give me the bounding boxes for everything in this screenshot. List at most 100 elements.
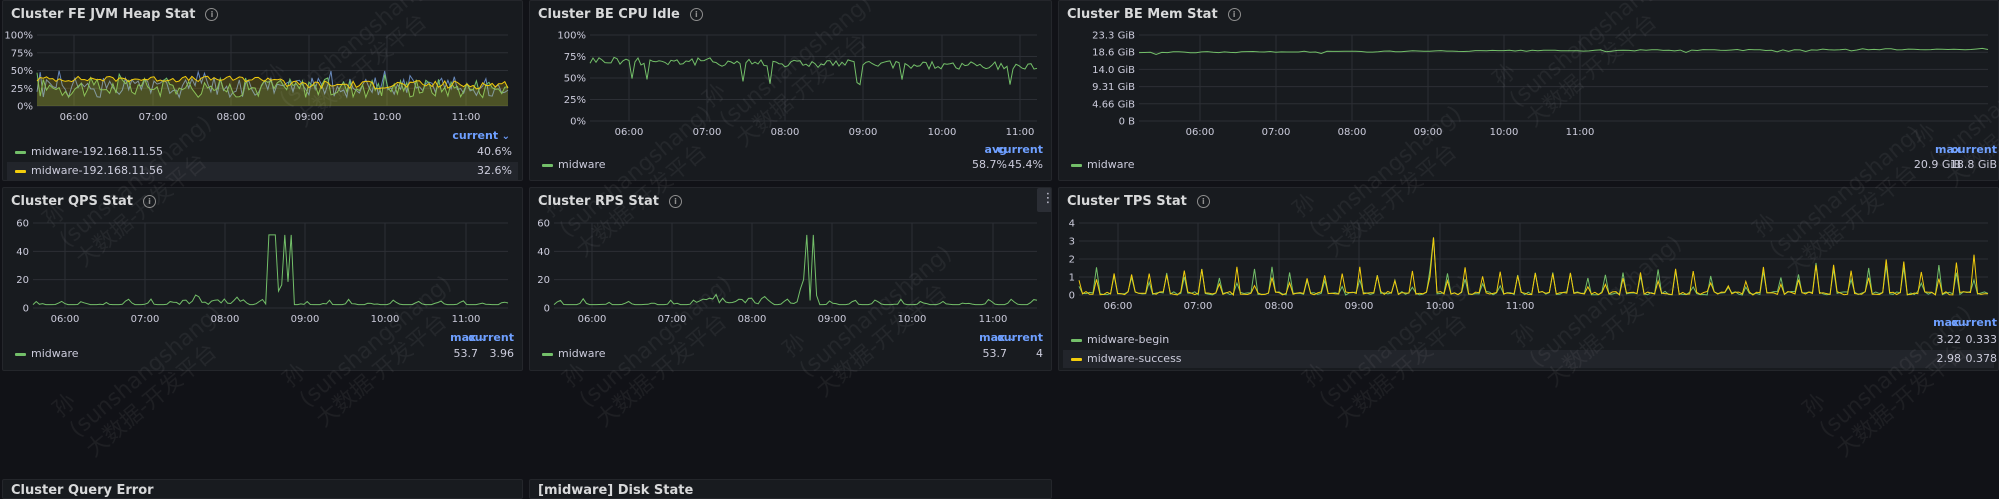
y-tick-label: 4 — [1069, 219, 1075, 230]
y-tick-label: 9.31 GiB — [1092, 82, 1135, 93]
chevron-down-icon[interactable]: ⌄ — [498, 131, 510, 142]
x-tick-label: 07:00 — [1184, 301, 1213, 312]
y-tick-label: 25% — [564, 95, 586, 106]
x-tick-label: 07:00 — [693, 127, 722, 138]
x-tick-label: 10:00 — [1426, 301, 1455, 312]
series-color-swatch — [15, 151, 26, 154]
x-tick-label: 09:00 — [849, 127, 878, 138]
legend-value-max: 53.7 — [453, 347, 479, 360]
x-tick-label: 11:00 — [979, 314, 1008, 325]
y-tick-label: 3 — [1069, 237, 1075, 248]
legend-column-current[interactable]: current — [468, 331, 514, 344]
series-color-swatch — [1071, 339, 1082, 342]
legend-row[interactable]: midware-begin 3.22 0.333 — [1063, 331, 1997, 349]
series-color-swatch — [1071, 358, 1082, 361]
y-tick-label: 0% — [17, 102, 33, 113]
cpu-idle-chart[interactable]: 100% 75% 50% 25% 0% 06:00 07:00 08:00 09:00 10:00… — [530, 1, 1052, 146]
legend-value-current: 18.8 GiB — [1949, 158, 1997, 171]
y-tick-label: 4.66 GiB — [1092, 99, 1135, 110]
x-tick-label: 08:00 — [217, 112, 246, 123]
y-tick-label: 75% — [564, 52, 586, 63]
panel-fe-heap[interactable]: Cluster FE JVM Heap Stat i 100% 75% 50% 25% 0… — [2, 0, 523, 181]
legend-series-name: midware-success — [1087, 352, 1182, 365]
series-area — [37, 76, 508, 106]
series-color-swatch — [15, 353, 26, 356]
legend-column-current[interactable]: current — [1951, 143, 1997, 156]
x-tick-label: 11:00 — [1006, 127, 1035, 138]
legend-series-name: midware — [558, 347, 606, 360]
x-tick-label: 10:00 — [373, 112, 402, 123]
series-line — [1078, 237, 1988, 296]
y-tick-label: 0 — [23, 304, 29, 315]
y-tick-label: 1 — [1069, 273, 1075, 284]
legend-row[interactable]: midware-192.168.11.56 32.6% — [7, 162, 518, 180]
legend-row[interactable]: midware 20.9 GiB 18.8 GiB — [1063, 156, 1997, 174]
y-tick-label: 2 — [1069, 255, 1075, 266]
legend-series-name: midware — [31, 347, 79, 360]
legend-row[interactable]: midware-success 2.98 0.378 — [1063, 350, 1997, 368]
tps-chart[interactable]: 4 3 2 1 0 06:00 07:00 08:00 09:00 10:00 11:00 — [1059, 188, 1999, 328]
qps-chart[interactable]: 60 40 20 0 06:00 07:00 08:00 09:00 10:00 11:00 — [3, 188, 523, 333]
heap-chart[interactable]: 100% 75% 50% 25% 0% 06:00 07:00 08:00 09:00 10:00… — [3, 1, 523, 131]
y-tick-label: 40 — [16, 247, 29, 258]
legend-value-current: 3.96 — [489, 347, 515, 360]
y-tick-label: 50% — [564, 74, 586, 85]
panel-disk-state[interactable]: [midware] Disk State — [529, 479, 1052, 499]
legend-series-name: midware — [558, 158, 606, 171]
x-tick-label: 06:00 — [1104, 301, 1133, 312]
y-tick-label: 100% — [557, 31, 586, 42]
x-tick-label: 10:00 — [371, 314, 400, 325]
legend-value-max: 3.22 — [1936, 333, 1962, 346]
x-tick-label: 06:00 — [1186, 127, 1215, 138]
y-tick-label: 23.3 GiB — [1092, 31, 1135, 42]
x-tick-label: 11:00 — [452, 112, 481, 123]
legend-value-current: 4 — [1036, 347, 1043, 360]
legend-value-current: 40.6% — [477, 145, 512, 158]
series-line — [553, 234, 1038, 306]
series-color-swatch — [542, 353, 553, 356]
panel-tps[interactable]: Cluster TPS Stat i 4 3 2 1 0 06:00 07:00 08:00 09… — [1058, 187, 1999, 371]
x-tick-label: 08:00 — [738, 314, 767, 325]
x-tick-label: 08:00 — [211, 314, 240, 325]
x-tick-label: 07:00 — [1262, 127, 1291, 138]
panel-be-mem[interactable]: Cluster BE Mem Stat i 23.3 GiB 18.6 GiB 14.… — [1058, 0, 1999, 181]
x-tick-label: 07:00 — [139, 112, 168, 123]
legend-row[interactable]: midware 53.7 4 — [534, 345, 1047, 363]
x-tick-label: 07:00 — [658, 314, 687, 325]
y-tick-label: 0 — [1069, 291, 1075, 302]
y-tick-label: 75% — [11, 48, 33, 59]
panel-query-error[interactable]: Cluster Query Error — [2, 479, 523, 499]
y-tick-label: 0% — [570, 117, 586, 128]
x-tick-label: 09:00 — [1345, 301, 1374, 312]
x-tick-label: 06:00 — [615, 127, 644, 138]
y-tick-label: 40 — [537, 247, 550, 258]
series-line — [32, 234, 509, 306]
legend-column-current[interactable]: current — [997, 331, 1043, 344]
legend-row[interactable]: midware 58.7% 45.4% — [534, 156, 1047, 174]
panel-qps[interactable]: Cluster QPS Stat i 60 40 20 0 06:00 07:00 08:00… — [2, 187, 523, 371]
legend-column-current[interactable]: current ⌄ — [452, 129, 510, 142]
x-tick-label: 08:00 — [1338, 127, 1367, 138]
x-tick-label: 08:00 — [771, 127, 800, 138]
x-tick-label: 09:00 — [295, 112, 324, 123]
x-tick-label: 11:00 — [1566, 127, 1595, 138]
legend-value-current: 0.333 — [1965, 333, 1998, 346]
y-tick-label: 14.0 GiB — [1092, 65, 1135, 76]
legend-row[interactable]: midware-192.168.11.55 40.6% — [7, 143, 518, 161]
mem-chart[interactable]: 23.3 GiB 18.6 GiB 14.0 GiB 9.31 GiB 4.66 GiB… — [1059, 1, 1999, 146]
y-tick-label: 100% — [4, 31, 33, 42]
rps-chart[interactable]: 60 40 20 0 06:00 07:00 08:00 09:00 10:00 11:00 — [530, 188, 1052, 333]
legend-value-max: 53.7 — [982, 347, 1008, 360]
panel-rps[interactable]: Cluster RPS Stati ⋮ 604020006:0007:0008:… — [529, 187, 1052, 371]
panel-be-cpu[interactable]: Cluster BE CPU Idle i 100% 75% 50% 25% 0% 06:0… — [529, 0, 1052, 181]
legend-column-current[interactable]: current — [1951, 316, 1997, 329]
y-tick-label: 0 B — [1119, 117, 1136, 128]
y-tick-label: 0 — [544, 304, 550, 315]
x-tick-label: 10:00 — [1490, 127, 1519, 138]
x-tick-label: 11:00 — [452, 314, 481, 325]
legend-column-current[interactable]: current — [997, 143, 1043, 156]
legend-row[interactable]: midware 53.7 3.96 — [7, 345, 518, 363]
series-color-swatch — [1071, 164, 1082, 167]
series-color-swatch — [542, 164, 553, 167]
legend-value-avg: 58.7% — [972, 158, 1007, 171]
